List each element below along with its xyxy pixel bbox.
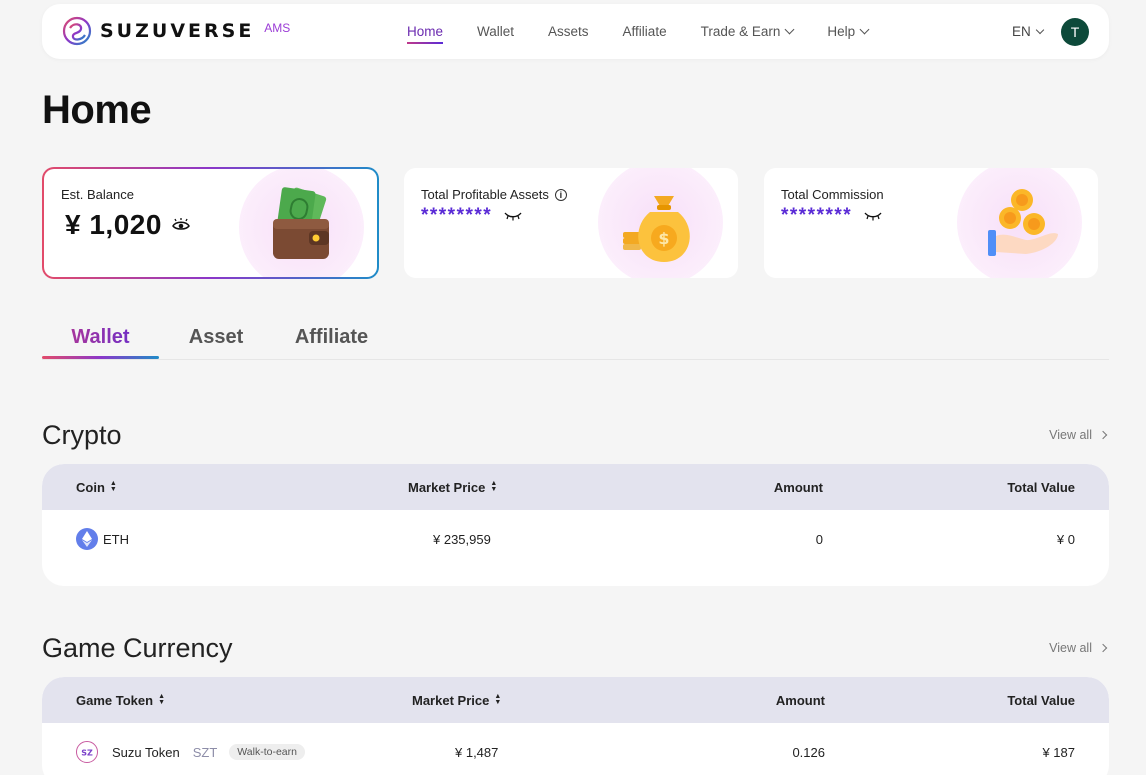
chevron-down-icon [784,24,795,35]
game-token-column-label: Game Token [76,692,154,708]
wallet-with-cash-illustration [273,187,329,259]
tab-asset[interactable]: Asset [159,322,273,359]
eye-closed-icon[interactable] [504,211,522,221]
commission-value-row: ******** [781,205,882,227]
total-value-cell: ¥ 187 [1042,744,1075,760]
svg-text:$: $ [658,229,669,248]
sort-icon: ▲ ▼ [490,480,498,493]
game-currency-section-title: Game Currency [42,633,233,663]
chevron-right-icon [1098,430,1108,440]
game-token-cell: SZ Suzu Token SZT Walk-to-earn [76,723,305,775]
brand-logo[interactable]: SUZUVERSE AMS [62,16,290,46]
market-price-cell: ¥ 1,487 [455,744,499,760]
nav-item-trade-earn[interactable]: Trade & Earn [700,24,795,39]
nav-assets-label: Assets [548,24,589,39]
svg-text:SZ: SZ [81,749,93,758]
nav-affiliate-label: Affiliate [622,24,667,39]
view-all-label: View all [1049,641,1092,655]
coin-name: ETH [103,531,129,547]
top-navigation-bar: SUZUVERSE AMS Home Wallet Assets Affilia… [42,4,1109,59]
profitable-assets-label: Total Profitable Assets [421,187,549,202]
view-all-label: View all [1049,428,1092,442]
total-value-column-header: Total Value [1007,692,1075,708]
table-row[interactable]: SZ Suzu Token SZT Walk-to-earn ¥ 1,487 0… [42,723,1109,775]
sort-icon: ▲ ▼ [109,480,117,493]
nav-item-home[interactable]: Home [407,24,444,44]
suzu-token-icon: SZ [76,741,98,763]
profitable-assets-value-row: ******** [421,205,522,227]
coin-cell: ETH [76,510,129,568]
est-balance-label: Est. Balance [61,187,134,202]
game-token-column-header[interactable]: Game Token ▲ ▼ [76,677,165,723]
amount-cell: 0 [815,531,823,547]
crypto-view-all-link[interactable]: View all [1049,428,1108,442]
est-balance-card: Est. Balance ¥ 1,020 [42,167,379,279]
page-title: Home [42,88,152,132]
market-price-column-header[interactable]: Market Price ▲ ▼ [412,677,501,723]
table-row[interactable]: ETH ¥ 235,959 0 ¥ 0 [42,510,1109,568]
crypto-table-header: Coin ▲ ▼ Market Price ▲ ▼ Amount Total Value [42,464,1109,510]
coin-column-label: Coin [76,479,105,495]
market-price-column-label: Market Price [408,479,486,495]
main-menu: Home Wallet Assets Affiliate Trade & Ear… [407,4,902,59]
nav-wallet-label: Wallet [477,24,515,39]
sort-icon: ▲ ▼ [158,693,165,706]
total-value-cell: ¥ 0 [1056,531,1075,547]
brand-name: SUZUVERSE [100,20,255,42]
token-symbol: SZT [192,744,218,760]
profitable-assets-hidden-value: ******** [421,205,493,226]
market-price-column-label: Market Price [412,692,490,708]
total-commission-label: Total Commission [781,187,884,202]
token-name: Suzu Token [112,744,180,760]
total-commission-card: Total Commission ******** [764,168,1098,278]
nav-home-label: Home [407,24,444,39]
tab-affiliate[interactable]: Affiliate [273,322,390,359]
money-bag-illustration: $ [623,196,690,262]
chevron-down-icon [1035,25,1045,34]
game-currency-view-all-link[interactable]: View all [1049,641,1108,655]
game-currency-table: Game Token ▲ ▼ Market Price ▲ ▼ Amount Total… [42,677,1109,775]
tab-wallet[interactable]: Wallet [42,322,159,359]
eye-closed-icon[interactable] [864,211,882,221]
active-tab-indicator [42,356,159,359]
game-currency-table-header: Game Token ▲ ▼ Market Price ▲ ▼ Amount Total… [42,677,1109,723]
chevron-right-icon [1098,643,1108,653]
amount-cell: 0.126 [792,744,825,760]
crypto-table: Coin ▲ ▼ Market Price ▲ ▼ Amount Total Value… [42,464,1109,586]
sort-icon: ▲ ▼ [494,693,502,706]
suzuverse-logo-icon [62,16,92,46]
user-avatar[interactable]: T [1061,18,1089,46]
nav-trade-earn-label: Trade & Earn [700,24,781,39]
market-price-column-header[interactable]: Market Price ▲ ▼ [408,464,497,510]
brand-suffix: AMS [264,21,291,35]
coin-column-header[interactable]: Coin ▲ ▼ [76,464,117,510]
language-label: EN [1012,24,1031,39]
language-selector[interactable]: EN [1012,24,1045,39]
profitable-assets-label-row: Total Profitable Assets i [421,187,567,202]
commission-hidden-value: ******** [781,205,853,226]
chevron-down-icon [859,24,870,35]
info-icon[interactable]: i [554,188,567,201]
crypto-section-title: Crypto [42,420,122,450]
ethereum-icon [76,528,98,550]
nav-help-label: Help [827,24,856,39]
nav-item-assets[interactable]: Assets [548,24,589,39]
total-profitable-assets-card: Total Profitable Assets i ******** $ [404,168,738,278]
amount-column-header: Amount [773,479,823,495]
eye-open-icon[interactable] [172,218,190,232]
token-category-badge: Walk-to-earn [229,744,305,760]
nav-item-wallet[interactable]: Wallet [477,24,514,39]
tab-bar: Wallet Asset Affiliate [42,322,1109,360]
total-value-column-header: Total Value [1007,479,1075,495]
est-balance-value-row: ¥ 1,020 [65,209,190,241]
nav-item-help[interactable]: Help [827,24,870,39]
nav-item-affiliate[interactable]: Affiliate [623,24,667,39]
hand-with-coins-illustration [988,189,1058,256]
est-balance-value: ¥ 1,020 [65,209,162,240]
amount-column-header: Amount [775,692,825,708]
market-price-cell: ¥ 235,959 [433,531,491,547]
